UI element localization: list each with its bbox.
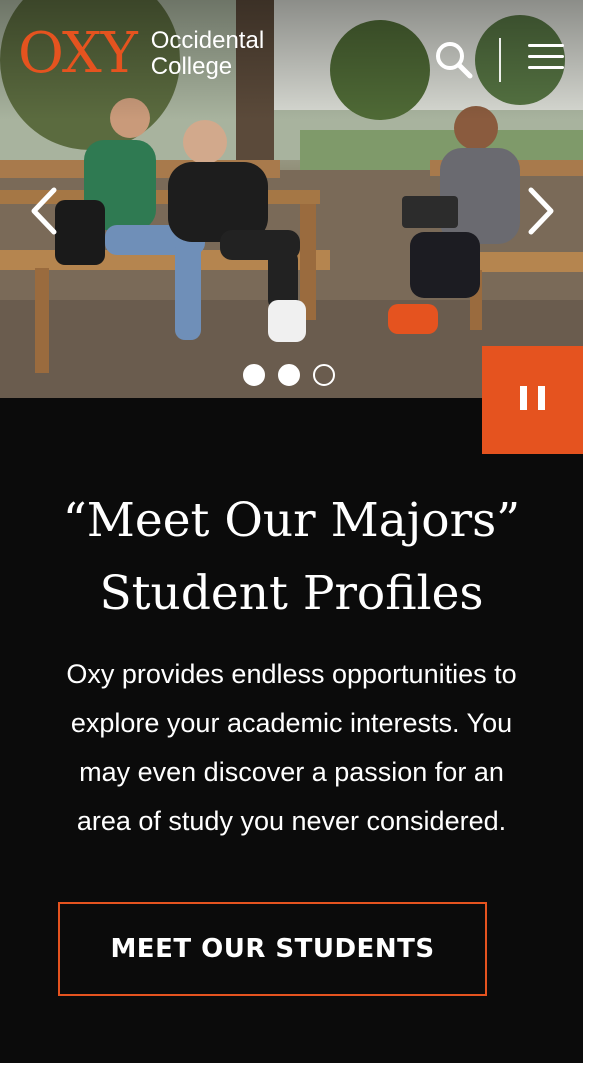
body-line-2: explore your academic interests. You xyxy=(70,708,513,738)
hero-carousel: OXY Occidental College xyxy=(0,0,583,398)
oxy-logo[interactable]: OXY Occidental College xyxy=(18,26,264,82)
logo-wordmark: Occidental College xyxy=(151,28,264,80)
header-divider xyxy=(499,38,501,82)
carousel-dot-1[interactable] xyxy=(243,364,265,386)
headline-line-2: Student Profiles xyxy=(99,566,484,621)
body-line-3: may even discover a passion for an xyxy=(79,757,504,787)
body-line-1: Oxy provides endless opportunities to xyxy=(66,659,517,689)
page: OXY Occidental College “Meet Our Majors”… xyxy=(0,0,583,1063)
intro-paragraph: Oxy provides endless opportunities to ex… xyxy=(24,650,559,846)
pause-button[interactable] xyxy=(482,346,583,454)
headline: “Meet Our Majors” Student Profiles xyxy=(0,484,583,630)
meet-our-students-button[interactable]: MEET OUR STUDENTS xyxy=(58,902,487,996)
chevron-left-icon[interactable] xyxy=(28,186,58,236)
logo-line-1: Occidental xyxy=(150,27,265,54)
carousel-dot-3[interactable] xyxy=(313,364,335,386)
logo-line-2: College xyxy=(150,53,233,80)
carousel-dot-2[interactable] xyxy=(278,364,300,386)
headline-line-1: “Meet Our Majors” xyxy=(62,493,521,548)
logo-mark: OXY xyxy=(18,21,138,86)
hamburger-menu-icon[interactable] xyxy=(528,44,564,76)
chevron-right-icon[interactable] xyxy=(527,186,557,236)
body-line-4: area of study you never considered. xyxy=(76,806,507,836)
carousel-dots xyxy=(243,364,335,386)
pause-icon xyxy=(520,386,527,410)
search-icon[interactable] xyxy=(434,40,474,80)
